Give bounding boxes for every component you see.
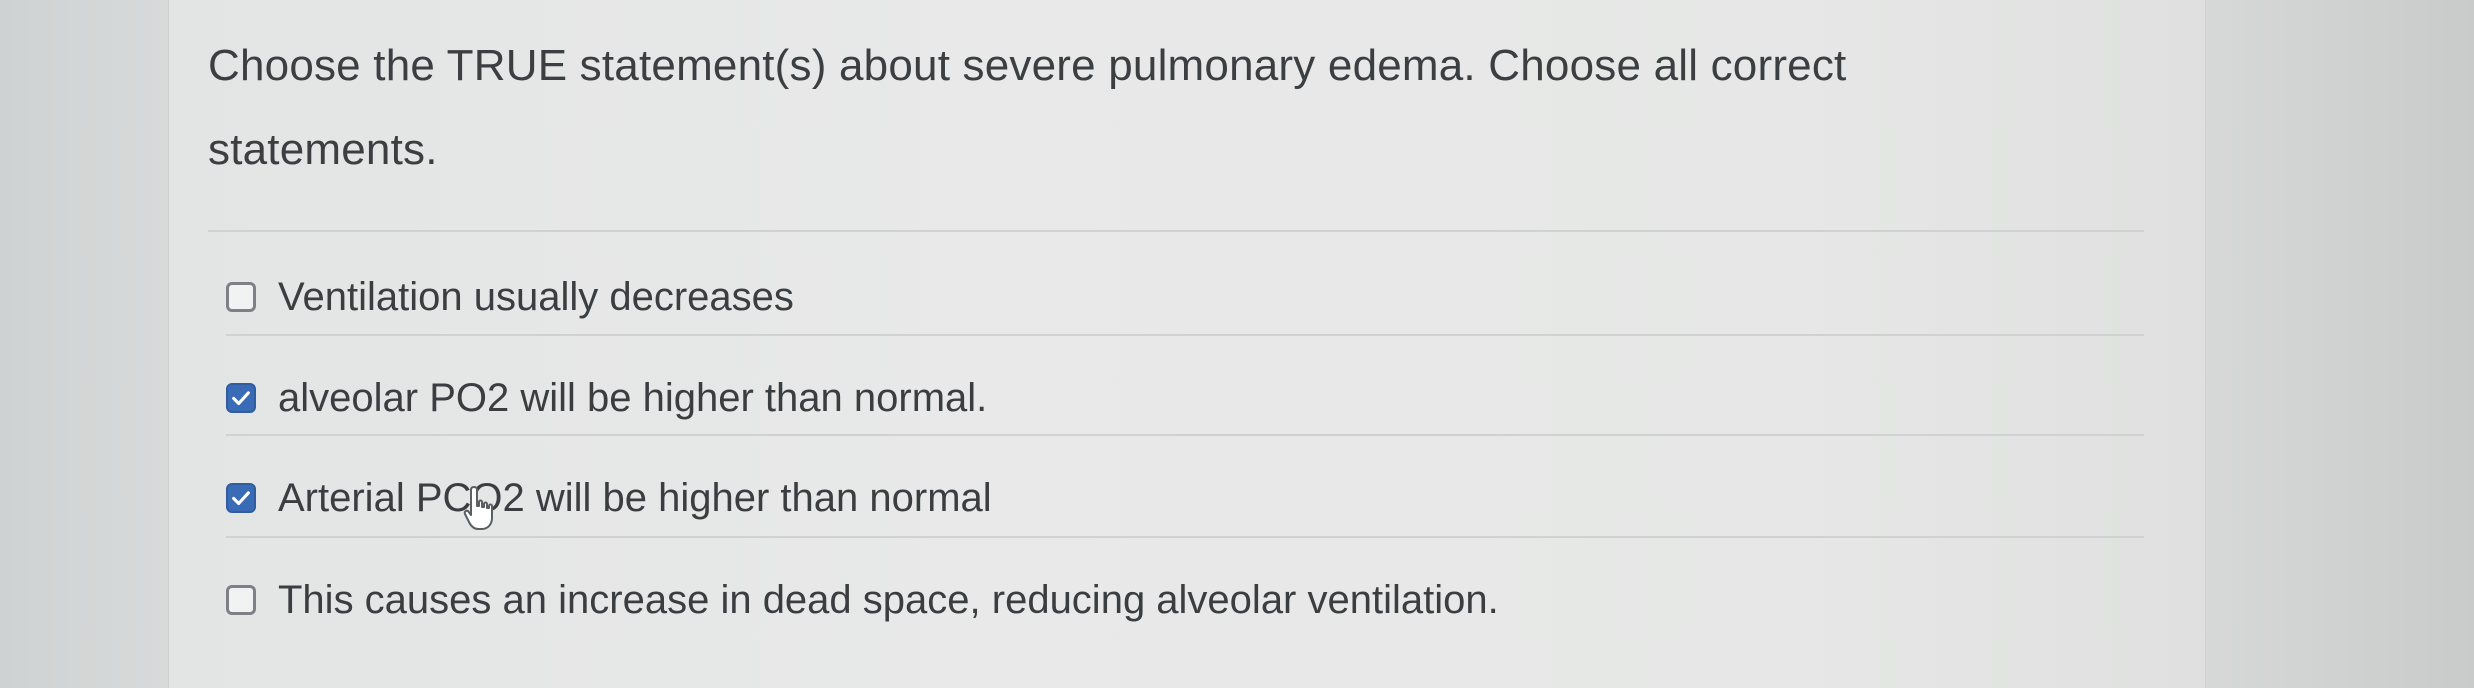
check-icon xyxy=(232,391,250,406)
option-divider xyxy=(226,434,2144,436)
checkbox-checked[interactable] xyxy=(226,483,256,513)
checkbox-unchecked[interactable] xyxy=(226,282,256,312)
checkbox-checked[interactable] xyxy=(226,383,256,413)
answer-option-4[interactable]: This causes an increase in dead space, r… xyxy=(226,570,1499,630)
answer-option-1[interactable]: Ventilation usually decreases xyxy=(226,267,794,327)
hand-pointer-icon xyxy=(463,486,493,530)
checkbox-unchecked[interactable] xyxy=(226,585,256,615)
question-text: Choose the TRUE statement(s) about sever… xyxy=(208,41,1847,174)
answer-option-label: This causes an increase in dead space, r… xyxy=(278,577,1499,622)
answer-option-2[interactable]: alveolar PO2 will be higher than normal. xyxy=(226,368,987,428)
answer-option-label: Arterial PCO2 will be higher than normal xyxy=(278,475,992,520)
option-divider xyxy=(226,536,2144,538)
question-divider xyxy=(208,230,2144,232)
answer-option-label: alveolar PO2 will be higher than normal. xyxy=(278,375,988,420)
option-divider xyxy=(226,334,2144,336)
answer-option-3[interactable]: Arterial PCO2 will be higher than normal xyxy=(226,468,992,528)
answer-option-label: Ventilation usually decreases xyxy=(278,274,794,319)
check-icon xyxy=(232,491,250,506)
